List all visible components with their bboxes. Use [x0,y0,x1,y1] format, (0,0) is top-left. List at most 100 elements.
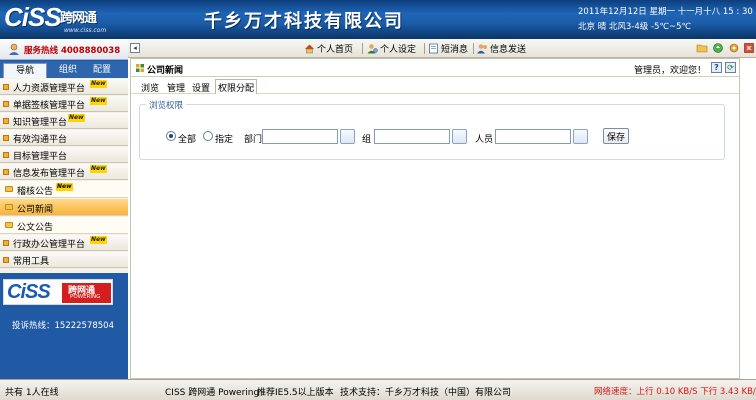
refresh-icon[interactable]: ⟳ [725,62,736,73]
hotline-bar: 服务热线 4008880038 [0,39,128,60]
folder-icon [3,101,9,107]
recycle-icon[interactable] [712,42,724,54]
sidebar-item-label: 人力资源管理平台 [13,84,86,94]
tab-permission-assignment[interactable]: 权限分配 [215,79,258,94]
footer-tech-support: 技术支持：千乡万才科技（中国）有限公司 [340,388,512,398]
folder-icon [3,257,9,263]
brand-logo-badge: 跨网通 POWERING [62,283,111,303]
open-folder-icon [5,222,13,228]
message-icon [429,43,438,54]
radio-specify[interactable] [203,131,213,141]
folder-icon [3,152,9,158]
tab-navigation[interactable]: 导航 [3,63,47,78]
nav-list: 人力资源管理平台 New 单据签核管理平台 New 知识管理平台 New 有效沟… [0,78,128,273]
sidebar-subitem-label: 稽核公告 [17,187,54,197]
toolbar-divider [362,43,363,54]
group-label: 组 [362,135,372,145]
sidebar-tabs: 导航 组织 配置 [0,61,128,78]
new-badge: New [90,80,107,88]
tab-organization[interactable]: 组织 [52,63,84,78]
sidebar-item-tools[interactable]: 常用工具 [0,252,128,268]
header-date: 2011年12月12日 星期一 十一月十八 15 : 30 : [578,7,756,17]
person-picker-button[interactable] [573,129,588,144]
sidebar-subitem-company-news[interactable]: 公司新闻 [0,199,128,216]
person-input[interactable] [495,129,571,144]
settings-gear-icon[interactable] [728,42,740,54]
folder-icon [3,169,9,175]
send-info-icon [477,44,487,54]
brand-logo-powering: POWERING [70,294,101,300]
new-badge: New [90,165,107,173]
left-sidebar: 服务热线 4008880038 导航 组织 配置 人力资源管理平台 New 单据… [0,39,128,379]
sidebar-item-goals[interactable]: 目标管理平台 [0,147,128,163]
browse-permission-group: 浏览权限 全部 指定 部门 组 人员 保存 [139,99,725,160]
sidebar-item-communication[interactable]: 有效沟通平台 [0,130,128,146]
send-info-label: 信息发送 [490,45,527,55]
company-title: 千乡万才科技有限公司 [204,11,404,32]
open-folder-icon [5,186,13,192]
tab-browse[interactable]: 浏览 [141,81,159,94]
sidebar-item-label: 目标管理平台 [13,152,68,162]
content-header: 公司新闻 管理员，欢迎您！ ? ⟳ [131,59,739,77]
new-badge: New [56,183,73,191]
personal-settings-button[interactable]: 个人设定 [367,42,416,55]
brand-logo: CiSS 跨网通 POWERING [3,279,113,305]
sidebar-item-label: 知识管理平台 [13,118,68,128]
new-badge: New [68,114,85,122]
radio-all[interactable] [166,131,176,141]
sidebar-item-label: 单据签核管理平台 [13,101,86,111]
sidebar-subitem-audit-notice[interactable]: 稽核公告 New [0,181,128,198]
short-message-label: 短消息 [441,45,469,55]
group-input[interactable] [374,129,450,144]
service-hotline: 服务热线 4008880038 [24,46,121,56]
app-header: CiSS 跨网通 www.ciss.com 千乡万才科技有限公司 2011年12… [0,0,756,39]
footer-brand: CISS 跨网通 Powering [165,388,260,398]
exit-icon[interactable] [743,42,755,54]
help-icon[interactable]: ? [711,62,722,73]
personal-home-button[interactable]: 个人首页 [304,42,353,55]
person-label: 人员 [475,135,494,145]
group-picker-button[interactable] [452,129,467,144]
folder-open-icon[interactable] [696,42,708,54]
page-title: 公司新闻 [147,66,184,76]
ciss-logo: CiSS 跨网通 www.ciss.com [2,2,120,37]
network-speed: 网络速度：上行 0.10 KB/S 下行 3.43 KB/S [594,387,756,397]
new-badge: New [90,97,107,105]
sidebar-item-info-publishing[interactable]: 信息发布管理平台 New [0,164,128,180]
sidebar-subitem-official-notice[interactable]: 公文公告 [0,217,128,234]
main-content: 公司新闻 管理员，欢迎您！ ? ⟳ 浏览 管理 设置 权限分配 浏览权限 全部 … [130,58,740,379]
radio-all-label: 全部 [178,135,197,145]
grid-icon [136,64,144,72]
send-info-button[interactable]: 信息发送 [477,42,526,55]
user-settings-icon [367,44,378,54]
customer-service-icon [9,43,19,55]
sidebar-item-label: 常用工具 [13,257,50,267]
browse-permission-legend: 浏览权限 [146,99,187,111]
folder-icon [3,135,9,141]
footer-browser-recommendation: 推荐IE5.5以上版本 [257,388,334,398]
personal-home-label: 个人首页 [317,45,354,55]
online-count: 共有 1人在线 [5,388,59,398]
toolbar-divider [424,43,425,54]
sidebar-item-hr[interactable]: 人力资源管理平台 New [0,79,128,95]
collapse-sidebar-icon[interactable]: ◂ [130,43,140,53]
tab-settings[interactable]: 设置 [192,81,210,94]
top-toolbar: ◂ 个人首页 个人设定 短消息 信息发送 [128,39,756,58]
status-bar: 共有 1人在线 CISS 跨网通 Powering 推荐IE5.5以上版本 技术… [0,379,756,400]
open-folder-icon [5,204,13,210]
tab-manage[interactable]: 管理 [167,81,185,94]
save-button[interactable]: 保存 [603,128,629,144]
sidebar-item-knowledge[interactable]: 知识管理平台 New [0,113,128,129]
short-message-button[interactable]: 短消息 [428,42,468,55]
department-input[interactable] [262,129,338,144]
sidebar-subitem-label: 公司新闻 [17,205,54,215]
personal-settings-label: 个人设定 [380,45,417,55]
sidebar-item-label: 有效沟通平台 [13,135,68,145]
department-picker-button[interactable] [340,129,355,144]
sidebar-item-admin-office[interactable]: 行政办公管理平台 New [0,235,128,251]
sidebar-item-document-signoff[interactable]: 单据签核管理平台 New [0,96,128,112]
folder-icon [3,118,9,124]
home-icon [305,44,314,54]
welcome-text: 管理员，欢迎您！ [634,66,707,76]
tab-configuration[interactable]: 配置 [86,63,118,78]
